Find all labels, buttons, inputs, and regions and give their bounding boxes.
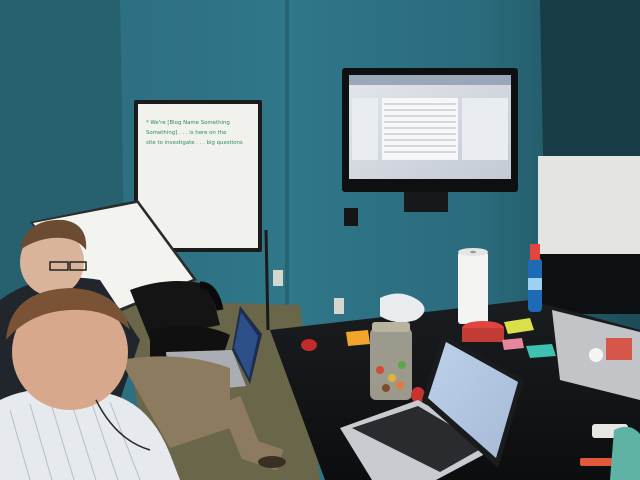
wall-monitor xyxy=(342,68,518,212)
whiteboard-line-3: site to investigate . . . big questions xyxy=(146,140,243,146)
candy-jar xyxy=(370,322,412,400)
whiteboard-line-2: Something] . . . is here on the xyxy=(146,130,227,136)
sticky-note-teal xyxy=(526,344,556,358)
right-wall-board xyxy=(538,156,640,254)
sticky-note-orange xyxy=(346,330,370,346)
paper-towel-roll xyxy=(458,248,488,324)
whiteboard-line-1: * We're [Blog Name Something xyxy=(146,120,230,126)
meeting-room-photo: * We're [Blog Name Something Something] … xyxy=(0,0,640,480)
right-dark-panel xyxy=(538,254,640,314)
wall-camera xyxy=(344,208,358,226)
wall-corner xyxy=(285,0,289,320)
red-mouse xyxy=(301,339,317,351)
photo-canvas: * We're [Blog Name Something Something] … xyxy=(0,0,640,480)
sticky-note-pink xyxy=(502,338,524,350)
wall-outlet-2 xyxy=(334,298,344,314)
wall-outlet xyxy=(273,270,283,286)
teal-object xyxy=(610,426,640,480)
water-bottle xyxy=(528,244,542,312)
